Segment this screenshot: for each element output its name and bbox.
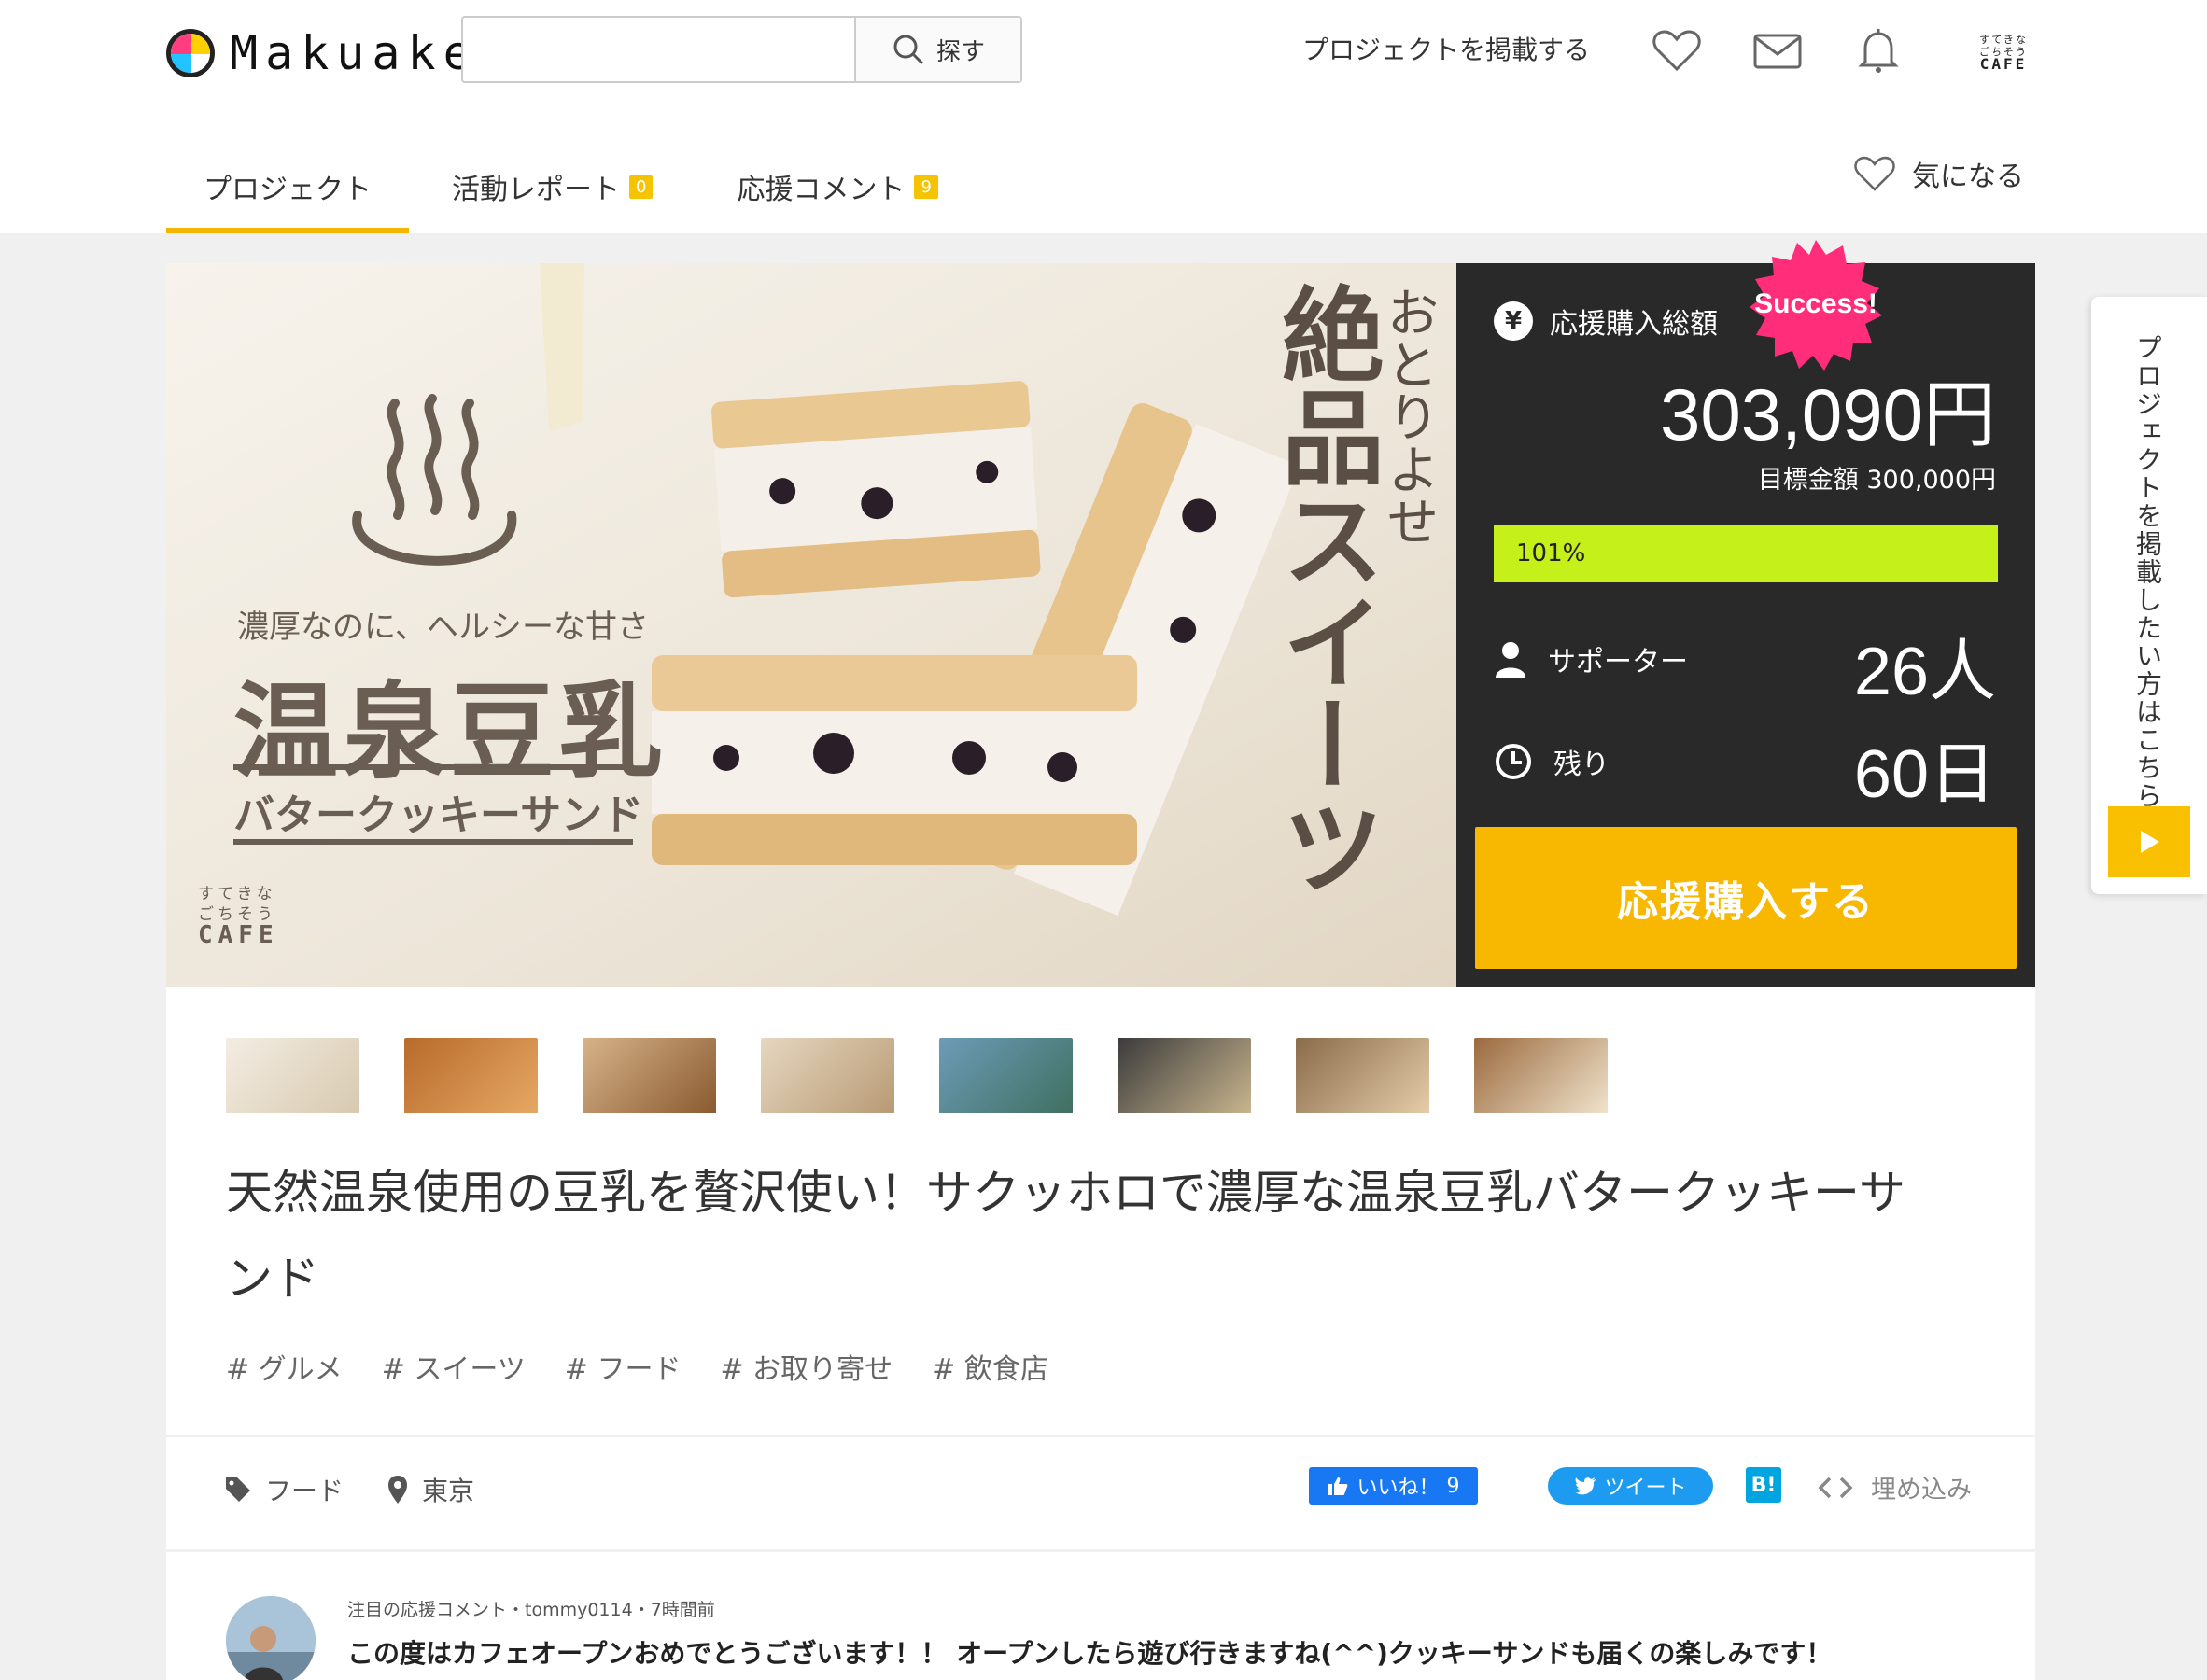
favorite-button[interactable]: 気になる [1852,153,2024,194]
heart-icon[interactable] [1651,26,1703,75]
avatar-photo [226,1596,316,1680]
remaining-label: 残り [1553,749,1610,781]
supporters-label-row: サポーター [1494,638,1688,679]
heart-icon [1854,156,1895,191]
supporters-label: サポーター [1548,646,1688,679]
divider [166,1549,2035,1552]
remaining-value: 60日 [1853,737,1996,812]
tag-icon [226,1477,250,1502]
site-header: Makuake 探す プロジェクトを掲載する すてきな ごちそう CAFE プロ… [0,0,2207,233]
cafe-logo-line1: すてきな [1979,34,2028,46]
twitter-bird-icon [1575,1477,1596,1495]
project-card: 濃厚なのに、ヘルシーな甘さ 温泉豆乳 バタークッキーサンド おとりよせ 絶品スイ… [166,263,2035,1680]
success-badge: Success! [1746,238,1886,378]
avatar[interactable] [226,1596,316,1680]
hero-brand-logo: すてきな ごちそう CAFE [198,884,279,949]
code-brackets-icon [1818,1477,1853,1498]
play-icon [2141,831,2159,853]
success-badge-label: Success! [1754,288,1877,319]
support-purchase-button[interactable]: 応援購入する [1475,827,2017,969]
goal-amount: 目標金額 300,000円 [1757,466,1996,495]
support-comments-count-badge: 9 [914,175,938,199]
play-button[interactable] [2108,806,2190,877]
location-pin-icon [388,1476,408,1504]
tag-link[interactable]: # 飲食店 [932,1346,1048,1387]
hero-title: 温泉豆乳 [233,671,667,793]
tag-link[interactable]: # フード [565,1346,682,1387]
thumbnail[interactable] [404,1038,538,1113]
tab-activity-report-label: 活動レポート [452,174,620,206]
user-avatar-cafe[interactable]: すてきな ごちそう CAFE [1979,34,2028,73]
embed-button[interactable]: 埋め込み [1817,1469,1972,1505]
hero-side-big: 絶品スイーツ [1264,282,1385,898]
hero-subtitle: 濃厚なのに、ヘルシーな甘さ [237,609,649,646]
tag-link[interactable]: # お取り寄せ [720,1346,893,1387]
tag-link[interactable]: # スイーツ [382,1346,526,1387]
facebook-like-label: いいね！ [1357,1477,1440,1500]
search-bar: 探す [461,16,1022,83]
thumbs-up-icon [1328,1477,1348,1495]
tweet-label: ツイート [1604,1477,1687,1500]
category-link[interactable]: フード [224,1471,344,1508]
thumbnail[interactable] [939,1038,1073,1113]
total-amount-label-row: ¥ 応援購入総額 [1494,301,1718,342]
tweet-button[interactable]: ツイート [1548,1467,1713,1505]
bell-icon[interactable] [1852,26,1905,75]
makuake-logo[interactable]: Makuake [166,26,479,80]
logo-mark-icon [166,29,215,77]
supporters-value: 26人 [1853,635,1996,709]
side-tab-label: プロジェクトを掲載したい方はこちら [2132,334,2163,810]
category-label: フード [265,1476,344,1506]
thumbnail[interactable] [1474,1038,1608,1113]
tab-activity-report[interactable]: 活動レポート 0 [452,140,654,233]
hero-brand-line1: すてきな [198,885,276,903]
post-project-link[interactable]: プロジェクトを掲載する [1302,30,1590,67]
hero-product: バタークッキーサンド [233,791,644,839]
thumbnail[interactable] [226,1038,359,1113]
cafe-logo-line3: CAFE [1979,55,2028,73]
search-input[interactable] [463,18,854,81]
hero-brand-line3: CAFE [198,921,279,949]
yen-icon: ¥ [1494,301,1533,341]
funding-progress-label: 101% [1516,539,1586,567]
divider [166,1435,2035,1437]
embed-label: 埋め込み [1871,1476,1972,1505]
tag-list: # グルメ # スイーツ # フード # お取り寄せ # 飲食店 [226,1346,1048,1387]
search-button-label: 探す [935,37,985,66]
project-meta: フード 東京 [224,1471,474,1508]
funding-progress-bar: 101% [1494,525,1998,582]
search-button[interactable]: 探す [854,18,1020,81]
activity-report-count-badge: 0 [629,175,654,199]
tag-link[interactable]: # グルメ [226,1346,343,1387]
project-tabs: プロジェクト 活動レポート 0 応援コメント 9 [166,140,938,233]
mail-icon[interactable] [1751,26,1804,75]
facebook-like-button[interactable]: いいね！ 9 [1309,1467,1478,1505]
post-project-side-tab[interactable]: プロジェクトを掲載したい方はこちら [2091,297,2207,894]
project-title: 天然温泉使用の豆乳を贅沢使い！サクッホロで濃厚な温泉豆乳バタークッキーサンド [226,1166,1905,1306]
thumbnail[interactable] [1296,1038,1429,1113]
location-link[interactable]: 東京 [387,1471,474,1508]
location-label: 東京 [422,1476,475,1506]
featured-comment-meta: 注目の応援コメント・tommy0114・7時間前 [347,1600,715,1620]
tab-project-label: プロジェクト [204,174,372,206]
thumbnail-strip [226,1038,1608,1113]
remaining-label-row: 残り [1494,741,1610,782]
clock-icon [1496,744,1531,779]
person-icon [1496,642,1525,678]
total-amount-label: 応援購入総額 [1550,308,1718,341]
tab-support-comments-label: 応援コメント [737,174,906,206]
hero-image[interactable]: 濃厚なのに、ヘルシーな甘さ 温泉豆乳 バタークッキーサンド おとりよせ 絶品スイ… [166,263,1456,987]
thumbnail[interactable] [761,1038,894,1113]
hatena-bookmark-button[interactable]: B! [1746,1467,1781,1503]
favorite-label: 気になる [1912,161,2024,193]
facebook-like-count: 9 [1446,1474,1460,1498]
thumbnail[interactable] [583,1038,716,1113]
logo-text: Makuake [230,26,479,80]
thumbnail[interactable] [1118,1038,1251,1113]
funding-progress-fill: 101% [1494,525,1998,582]
featured-comment-text[interactable]: この度はカフェオープンおめでとうございます！！ オープンしたら遊び行きますね(^… [347,1633,1832,1671]
tab-project[interactable]: プロジェクト [166,140,409,233]
search-icon [893,35,924,65]
tab-support-comments[interactable]: 応援コメント 9 [737,140,938,233]
